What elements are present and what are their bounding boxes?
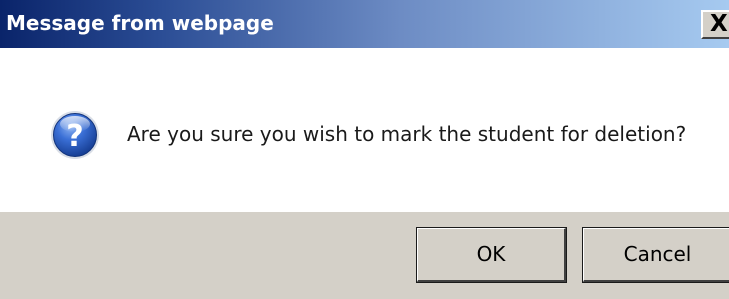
close-button[interactable]: X <box>701 10 729 39</box>
close-icon: X <box>710 11 728 37</box>
question-icon: ? <box>51 111 99 159</box>
title-bar[interactable]: Message from webpage X <box>0 0 729 48</box>
dialog-title: Message from webpage <box>6 11 274 35</box>
ok-button[interactable]: OK <box>417 228 566 282</box>
dialog-body: ? Are you sure you wish to mark the stud… <box>0 48 729 212</box>
message-dialog: Message from webpage X ? Are you sure yo… <box>0 0 729 299</box>
message-text: Are you sure you wish to mark the studen… <box>127 122 687 146</box>
cancel-button[interactable]: Cancel <box>583 228 729 282</box>
button-bar: OK Cancel <box>0 212 729 299</box>
svg-text:?: ? <box>66 119 83 154</box>
